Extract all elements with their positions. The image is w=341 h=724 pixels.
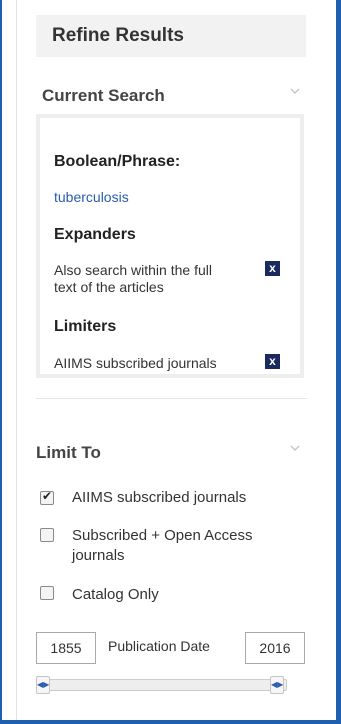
left-gutter	[2, 0, 17, 720]
refine-results-title: Refine Results	[52, 25, 184, 46]
current-search-title[interactable]: Current Search	[42, 86, 165, 106]
catalog-only-label[interactable]: Catalog Only	[72, 586, 159, 604]
subscribed-open-access-label-line2[interactable]: journals	[72, 547, 125, 565]
publication-date-label: Publication Date	[108, 638, 210, 654]
resize-horizontal-icon[interactable]: ◀▶	[36, 676, 50, 694]
chevron-down-icon[interactable]	[290, 86, 300, 96]
search-term-link[interactable]: tuberculosis	[54, 189, 129, 205]
boolean-phrase-heading: Boolean/Phrase:	[54, 153, 181, 170]
close-icon[interactable]: x	[265, 261, 280, 276]
limit-to-title[interactable]: Limit To	[36, 443, 101, 463]
limiters-heading: Limiters	[54, 318, 117, 335]
refine-results-header: Refine Results	[36, 15, 306, 57]
pub-date-from-input[interactable]: 1855	[36, 632, 96, 664]
checkbox-aiims-subscribed[interactable]	[40, 489, 54, 505]
close-icon[interactable]: x	[265, 354, 280, 369]
expanders-heading: Expanders	[54, 226, 136, 243]
date-range-slider-track[interactable]	[40, 679, 287, 691]
expander-text-line1: Also search within the full	[54, 262, 212, 278]
section-divider	[36, 398, 307, 399]
checkbox-subscribed-open-access[interactable]	[40, 528, 54, 542]
checkbox-catalog-only[interactable]	[40, 586, 54, 600]
limiter-text: AIIMS subscribed journals	[54, 355, 217, 371]
expander-text-line2: text of the articles	[54, 279, 164, 295]
resize-horizontal-icon[interactable]: ◀▶	[270, 676, 284, 694]
chevron-down-icon[interactable]	[290, 443, 300, 453]
subscribed-open-access-label-line1[interactable]: Subscribed + Open Access	[72, 527, 253, 545]
aiims-subscribed-label[interactable]: AIIMS subscribed journals	[72, 489, 246, 507]
pub-date-to-input[interactable]: 2016	[245, 632, 305, 664]
